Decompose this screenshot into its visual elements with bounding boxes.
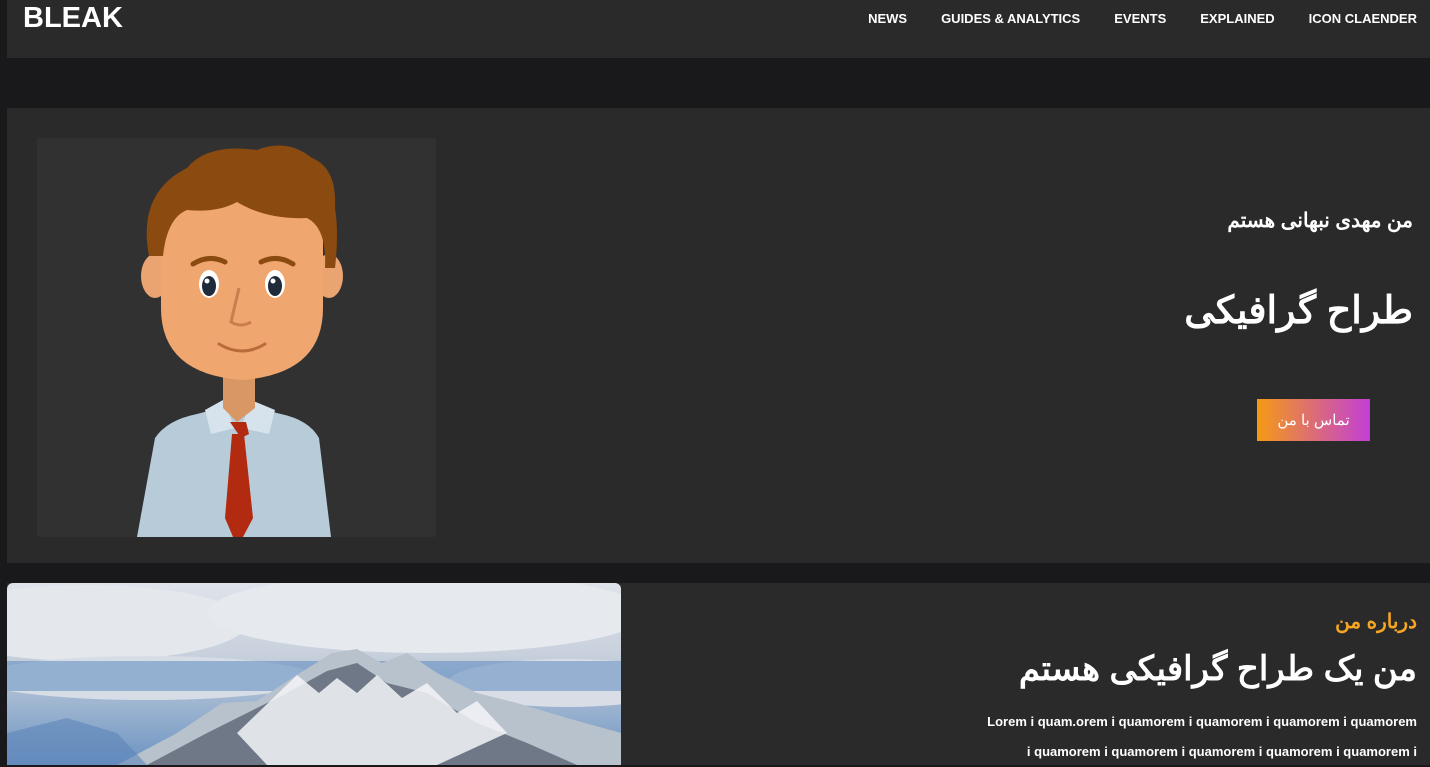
top-navbar: BLEAK NEWS GUIDES & ANALYTICS EVENTS EXP… (7, 0, 1430, 58)
cartoon-man-avatar-icon (137, 145, 343, 537)
about-text-line: i quamorem i quamorem i quamorem i quamo… (1026, 744, 1417, 759)
brand-logo[interactable]: BLEAK (23, 2, 123, 35)
hero-subtitle: من مهدی نبهانی هستم (1227, 210, 1413, 232)
about-title: من یک طراح گرافیکی هستم (1018, 650, 1417, 688)
nav-link-icon-calendar[interactable]: ICON CLAENDER (1309, 11, 1417, 26)
about-label: درباره من (1335, 611, 1417, 633)
about-paragraph: Lorem i quam.orem i quamorem i quamorem … (937, 707, 1417, 767)
nav-link-news[interactable]: NEWS (868, 11, 907, 26)
avatar-card (37, 138, 436, 537)
nav-link-guides-analytics[interactable]: GUIDES & ANALYTICS (941, 11, 1080, 26)
nav-links: NEWS GUIDES & ANALYTICS EVENTS EXPLAINED… (834, 11, 1417, 26)
nav-link-explained[interactable]: EXPLAINED (1200, 11, 1274, 26)
mountain-image (7, 583, 621, 765)
hero-section: من مهدی نبهانی هستم طراح گرافیکی تماس با… (7, 108, 1430, 563)
contact-me-button[interactable]: تماس با من (1257, 399, 1370, 441)
about-text-line: Lorem i quam.orem i quamorem i quamorem … (987, 714, 1417, 729)
about-section: درباره من من یک طراح گرافیکی هستم Lorem … (7, 583, 1430, 765)
hero-title: طراح گرافیکی (1184, 290, 1413, 332)
nav-link-events[interactable]: EVENTS (1114, 11, 1166, 26)
